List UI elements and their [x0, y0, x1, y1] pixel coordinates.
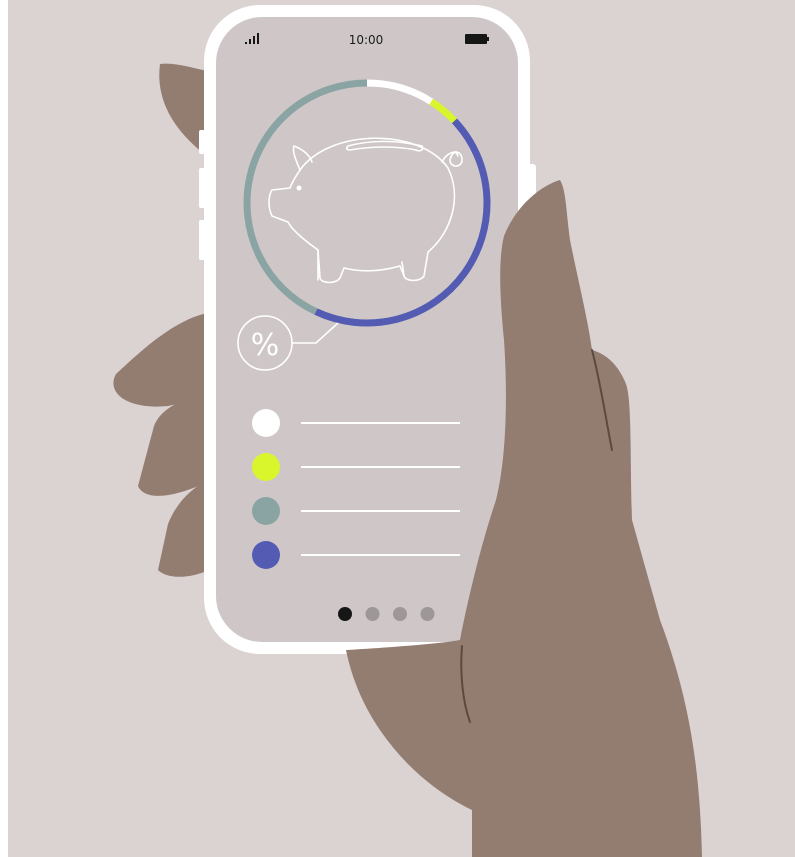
page-dot-1[interactable] — [365, 607, 380, 621]
piggy-eye — [296, 185, 302, 191]
percent-symbol: % — [251, 328, 280, 363]
status-time: 10:00 — [349, 33, 384, 47]
legend-swatch-2 — [252, 497, 280, 525]
page-dot-0[interactable] — [338, 607, 352, 621]
page-dot-3[interactable] — [420, 607, 435, 621]
battery-icon — [465, 34, 489, 44]
page-dot-2[interactable] — [393, 607, 407, 621]
legend-swatch-0 — [252, 409, 280, 437]
legend-swatch-1 — [252, 453, 280, 481]
legend-swatch-3 — [252, 541, 280, 569]
phone-illustration: 10:00 % — [8, 0, 795, 857]
